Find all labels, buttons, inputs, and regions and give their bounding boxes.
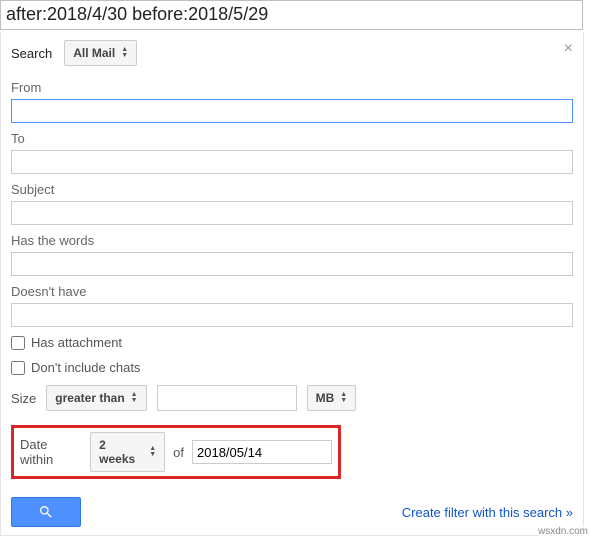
size-value-input[interactable]: [157, 385, 297, 411]
date-within-row: Date within 2 weeks ▲▼ of: [11, 425, 341, 479]
dont-include-chats-label: Don't include chats: [31, 360, 140, 375]
updown-icon: ▲▼: [149, 446, 156, 458]
from-input[interactable]: [11, 99, 573, 123]
has-attachment-checkbox[interactable]: [11, 336, 25, 350]
dont-include-chats-checkbox[interactable]: [11, 361, 25, 375]
updown-icon: ▲▼: [121, 47, 128, 59]
has-words-input[interactable]: [11, 252, 573, 276]
doesnt-have-input[interactable]: [11, 303, 573, 327]
updown-icon: ▲▼: [340, 392, 347, 404]
search-scope-value: All Mail: [73, 46, 115, 60]
has-attachment-label: Has attachment: [31, 335, 122, 350]
size-label: Size: [11, 391, 36, 406]
subject-input[interactable]: [11, 201, 573, 225]
search-scope-label: Search: [11, 46, 52, 61]
search-query-bar[interactable]: after:2018/4/30 before:2018/5/29: [0, 0, 583, 30]
close-icon[interactable]: ×: [564, 40, 573, 58]
date-value-input[interactable]: [192, 440, 332, 464]
search-options-panel: × Search All Mail ▲▼ From To Subject Has…: [0, 32, 584, 536]
size-op-value: greater than: [55, 391, 124, 405]
doesnt-have-label: Doesn't have: [11, 284, 573, 299]
date-within-label: Date within: [20, 437, 82, 467]
create-filter-link[interactable]: Create filter with this search »: [402, 505, 573, 520]
to-input[interactable]: [11, 150, 573, 174]
search-icon: [38, 504, 54, 520]
size-unit-dropdown[interactable]: MB ▲▼: [307, 385, 357, 411]
size-op-dropdown[interactable]: greater than ▲▼: [46, 385, 146, 411]
date-of-label: of: [173, 445, 184, 460]
size-unit-value: MB: [316, 391, 335, 405]
updown-icon: ▲▼: [131, 392, 138, 404]
subject-label: Subject: [11, 182, 573, 197]
search-scope-dropdown[interactable]: All Mail ▲▼: [64, 40, 137, 66]
to-label: To: [11, 131, 573, 146]
date-range-dropdown[interactable]: 2 weeks ▲▼: [90, 432, 165, 472]
from-label: From: [11, 80, 573, 95]
search-button[interactable]: [11, 497, 81, 527]
date-range-value: 2 weeks: [99, 438, 143, 466]
has-words-label: Has the words: [11, 233, 573, 248]
